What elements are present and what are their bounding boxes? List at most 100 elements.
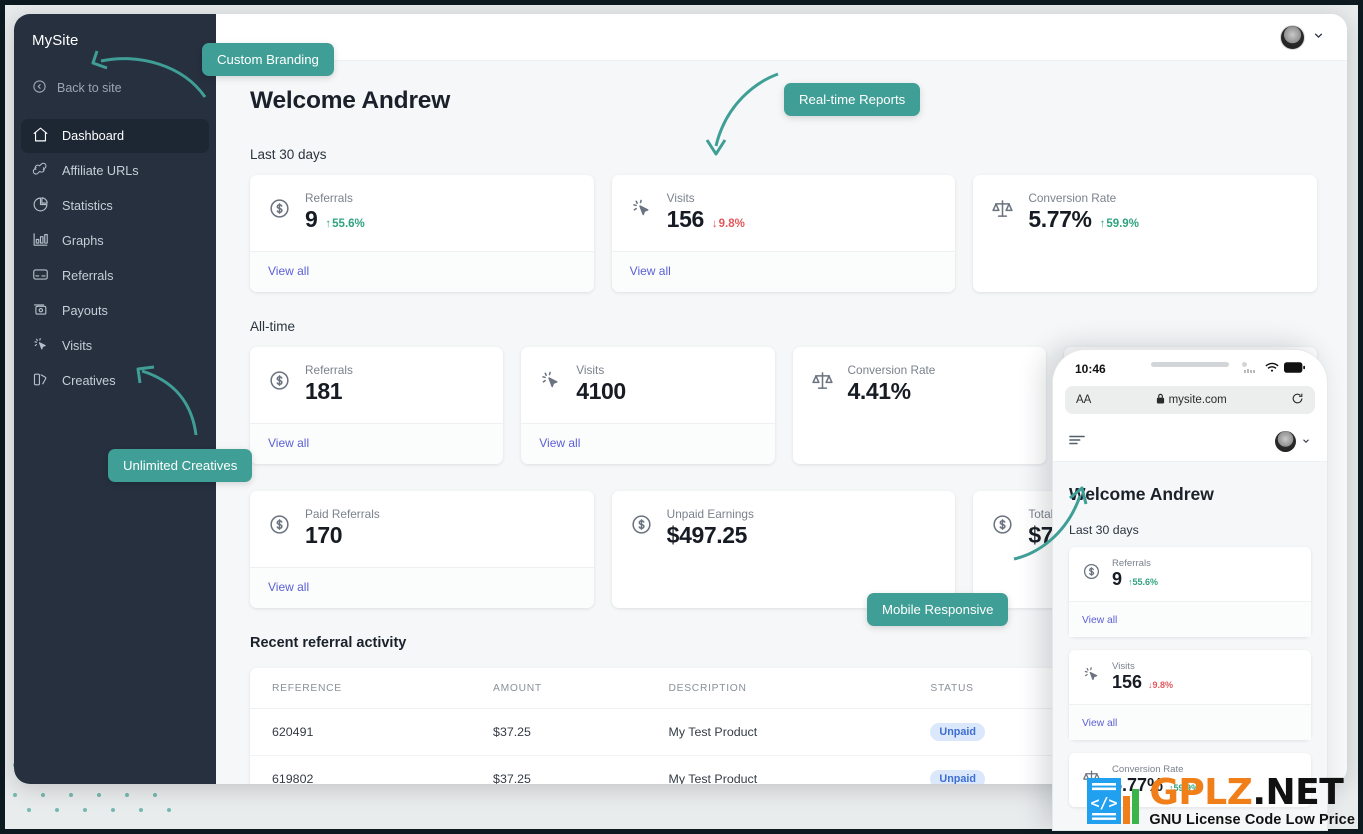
phone-stat-value: 156 (1112, 672, 1142, 693)
phone-url-text: mysite.com (1169, 394, 1227, 406)
link-icon (32, 161, 49, 181)
back-to-site-label: Back to site (57, 81, 122, 95)
stat-card-value: 170 (305, 522, 342, 549)
chevron-down-icon[interactable] (1301, 433, 1311, 451)
phone-stat-card: Visits156↓9.8%View all (1069, 650, 1311, 740)
cell-amount: $37.25 (471, 709, 646, 756)
phone-stat-value: 9 (1112, 569, 1122, 590)
stat-card-value: 4100 (576, 378, 626, 405)
bar-chart-icon (32, 231, 49, 251)
view-all-link[interactable]: View all (268, 436, 309, 450)
stat-card-delta: ↓9.8% (712, 218, 745, 230)
avatar[interactable] (1275, 431, 1296, 452)
stat-card-value: 9 (305, 206, 317, 233)
cursor-click-icon (1082, 665, 1102, 689)
stat-card: Visits156↓9.8% View all (612, 175, 956, 292)
sidebar-item-payouts[interactable]: Payouts (21, 294, 209, 328)
view-all-link[interactable]: View all (268, 580, 309, 594)
stat-card-label: Referrals (305, 363, 353, 377)
stat-card: Visits4100 View all (521, 347, 774, 464)
stat-card-label: Unpaid Earnings (667, 507, 754, 521)
phone-stat-label: Referrals (1112, 558, 1158, 569)
cell-description: My Test Product (647, 709, 909, 756)
view-all-link[interactable]: View all (630, 264, 671, 278)
stat-card-delta: ↑55.6% (325, 218, 364, 230)
sidebar-item-label: Referrals (62, 269, 113, 283)
svg-text:</>: </> (1091, 794, 1118, 812)
stat-card: Unpaid Earnings$497.25 (612, 491, 956, 608)
cell-reference: 619802 (250, 756, 471, 785)
stat-card-row: Referrals9↑55.6%View allVisits156↓9.8%Vi… (250, 175, 1317, 292)
callout-mobile-responsive: Mobile Responsive (867, 593, 1008, 626)
stat-card-value: 4.41% (848, 378, 911, 405)
view-all-link[interactable]: View all (539, 436, 580, 450)
table-column-header: REFERENCE (250, 668, 471, 709)
text-size-button[interactable]: AA (1076, 394, 1091, 406)
phone-notch (1151, 362, 1229, 367)
dollar-circle-icon (1082, 562, 1102, 586)
cursor-click-icon (32, 336, 49, 356)
sidebar-item-label: Statistics (62, 199, 113, 213)
hamburger-icon[interactable] (1069, 433, 1085, 451)
stat-card-footer: View all (250, 567, 594, 608)
back-to-site-link[interactable]: Back to site (14, 79, 216, 97)
stat-card-label: Conversion Rate (1028, 191, 1139, 205)
phone-stat-delta: ↑55.6% (1128, 577, 1158, 587)
sidebar-item-affiliate-urls[interactable]: Affiliate URLs (21, 154, 209, 188)
stat-card: Conversion Rate4.41% (793, 347, 1046, 464)
sidebar-item-dashboard[interactable]: Dashboard (21, 119, 209, 153)
view-all-link[interactable]: View all (268, 264, 309, 278)
section-label: Last 30 days (250, 147, 1317, 162)
payout-icon (32, 301, 49, 321)
stat-card-label: Conversion Rate (848, 363, 936, 377)
sidebar-item-label: Creatives (62, 374, 116, 388)
gplz-logo-icon: </> (1085, 775, 1141, 827)
phone-page-title: Welcome Andrew (1069, 484, 1311, 505)
sidebar: MySite Back to site DashboardAffiliate U… (14, 14, 216, 784)
stat-card: Conversion Rate5.77% ↑59.9% (973, 175, 1317, 292)
phone-status-bar: 10:46 (1053, 350, 1327, 383)
sidebar-item-label: Affiliate URLs (62, 164, 139, 178)
sidebar-item-creatives[interactable]: Creatives (21, 364, 209, 398)
sidebar-item-statistics[interactable]: Statistics (21, 189, 209, 223)
stat-card-label: Referrals (305, 191, 365, 205)
lock-icon (1156, 393, 1165, 407)
sidebar-item-graphs[interactable]: Graphs (21, 224, 209, 258)
stat-card-footer: View all (250, 423, 503, 464)
phone-section-label: Last 30 days (1069, 523, 1311, 537)
stat-card-value: 5.77% (1028, 206, 1091, 233)
scales-icon (991, 197, 1015, 225)
stat-card: Referrals181 View all (250, 347, 503, 464)
phone-card-footer: View all (1069, 704, 1311, 740)
stat-card-label: Paid Referrals (305, 507, 380, 521)
stat-card-footer: View all (612, 251, 956, 292)
status-badge: Unpaid (930, 723, 985, 741)
card-icon (32, 266, 49, 286)
sidebar-item-label: Visits (62, 339, 92, 353)
watermark-tagline: GNU License Code Low Price (1149, 813, 1355, 828)
avatar[interactable] (1280, 25, 1305, 50)
dollar-circle-icon (268, 369, 292, 397)
phone-url-bar[interactable]: AA mysite.com (1065, 386, 1315, 414)
stat-card-value: 181 (305, 378, 342, 405)
view-all-link[interactable]: View all (1082, 615, 1117, 626)
cursor-click-icon (630, 197, 654, 225)
battery-icon (1284, 362, 1305, 376)
view-all-link[interactable]: View all (1082, 718, 1117, 729)
table-column-header: AMOUNT (471, 668, 646, 709)
dollar-circle-icon (991, 513, 1015, 541)
stat-card: Paid Referrals170 View all (250, 491, 594, 608)
stat-card-body: Visits4100 (521, 347, 774, 423)
home-icon (32, 126, 49, 146)
stat-card: Referrals9 ↑55.6% View all (250, 175, 594, 292)
stat-card-delta: ↑59.9% (1100, 218, 1139, 230)
dollar-circle-icon (268, 513, 292, 541)
stat-card-footer: View all (521, 423, 774, 464)
reload-icon[interactable] (1291, 392, 1304, 408)
chevron-down-icon[interactable] (1312, 29, 1325, 45)
sidebar-item-referrals[interactable]: Referrals (21, 259, 209, 293)
sidebar-item-visits[interactable]: Visits (21, 329, 209, 363)
stat-card-footer: View all (250, 251, 594, 292)
stat-card-body: Visits156↓9.8% (612, 175, 956, 251)
callout-realtime-reports: Real-time Reports (784, 83, 920, 116)
